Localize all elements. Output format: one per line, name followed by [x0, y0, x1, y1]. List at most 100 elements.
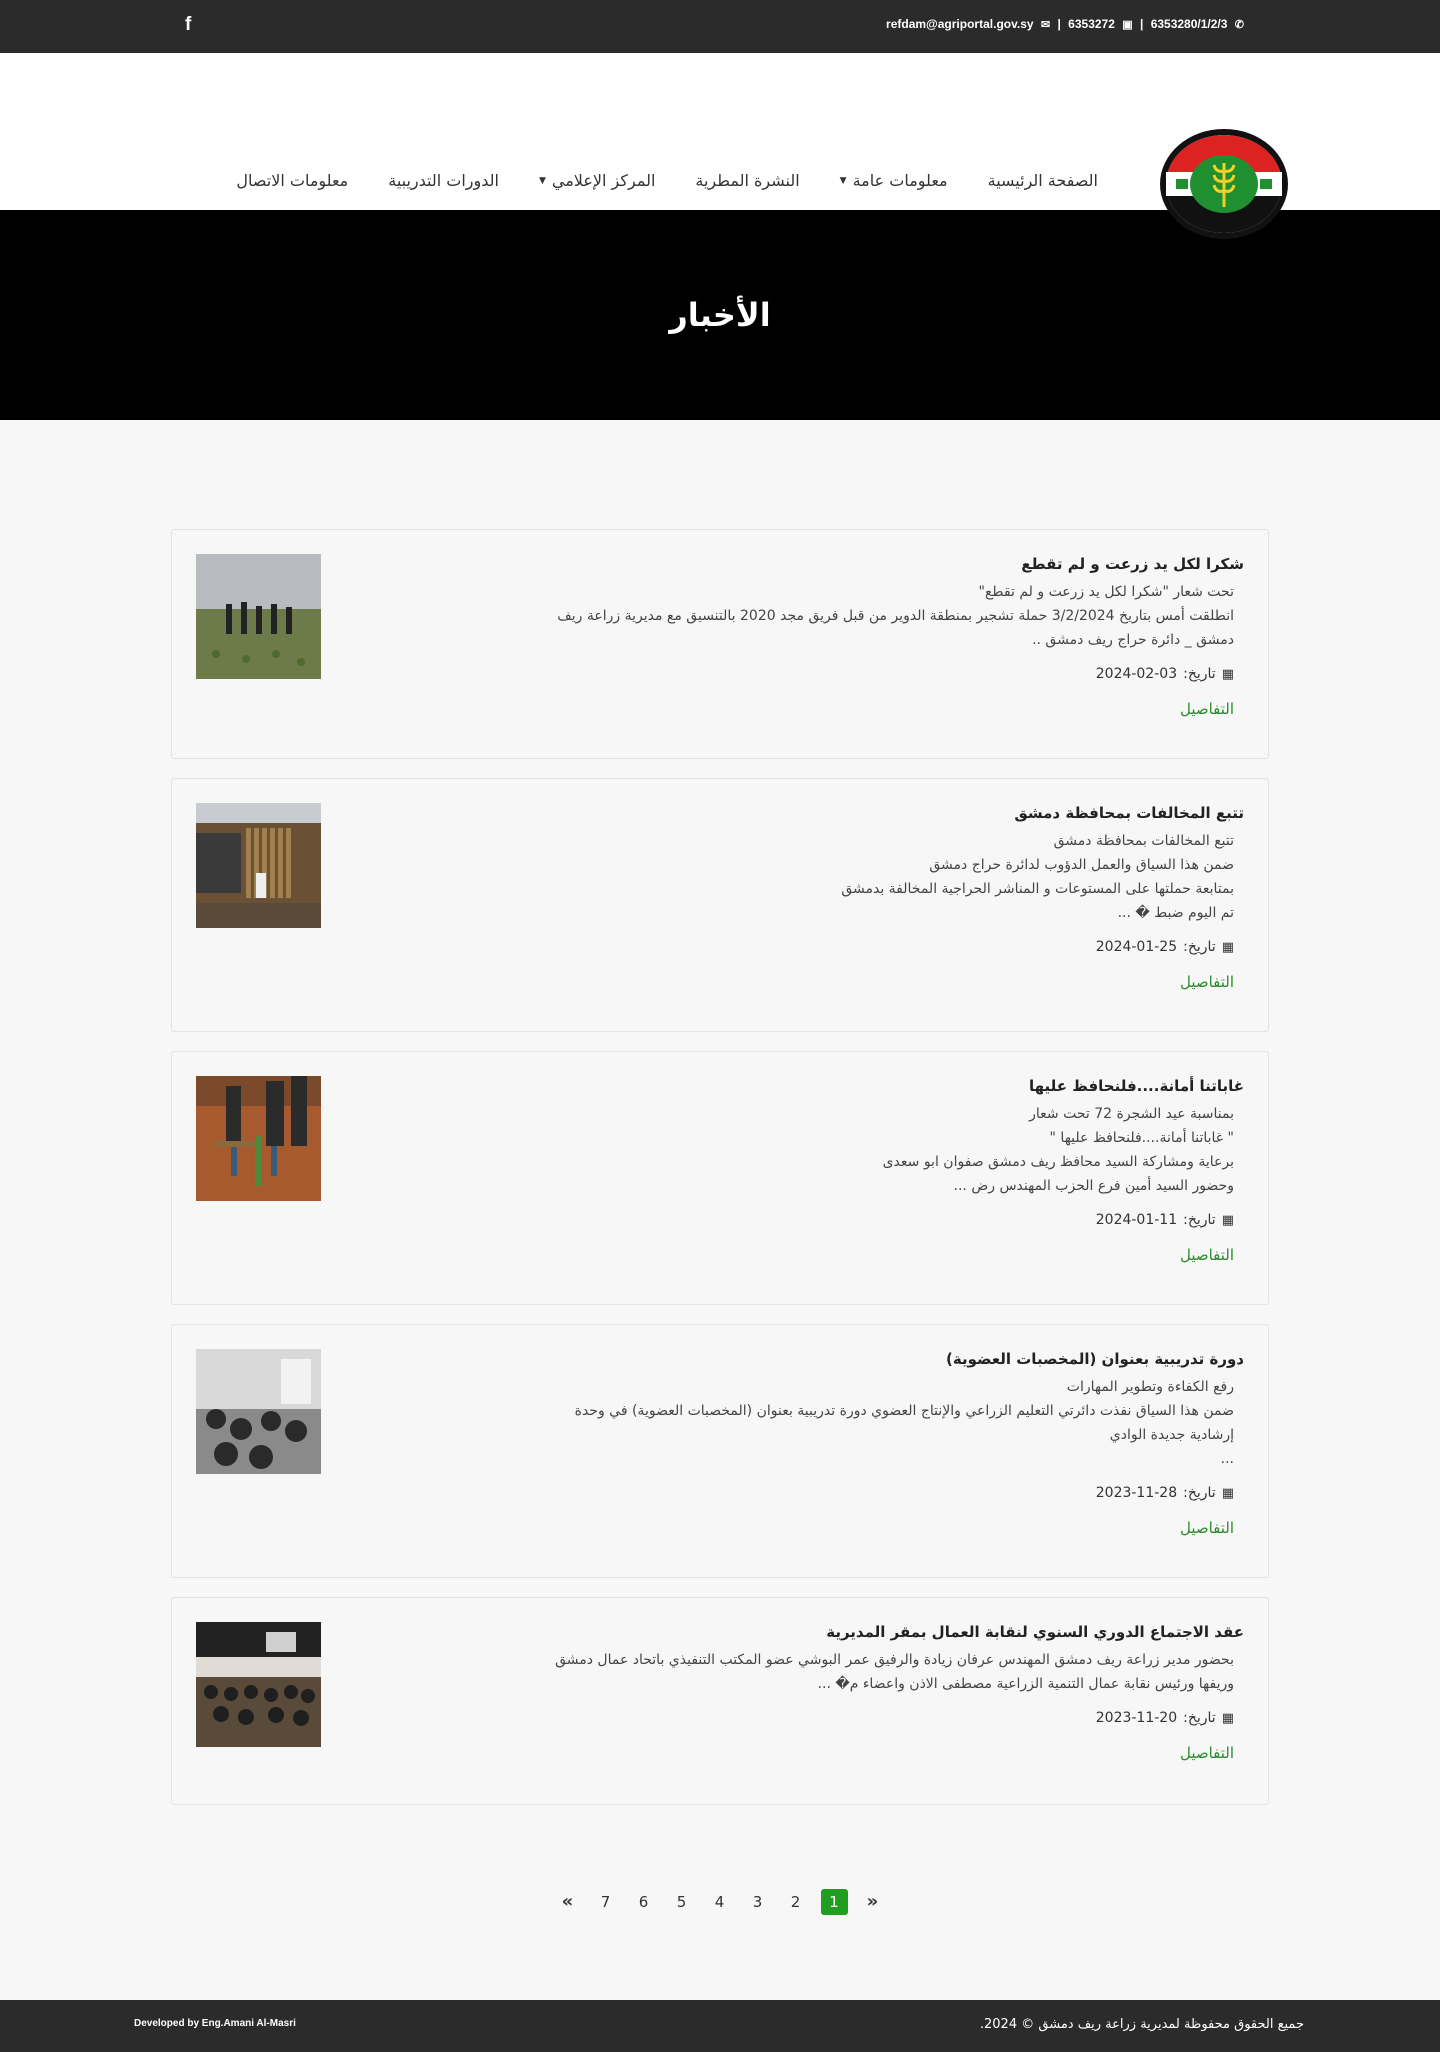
pagination-prev-icon[interactable]: «: [549, 1889, 587, 1915]
news-thumbnail[interactable]: [196, 1622, 321, 1747]
excerpt-line: " غاباتنا أمانة....فلنحافظ عليها ": [1049, 1130, 1234, 1146]
nav-item-1[interactable]: الصفحة الرئيسية: [988, 171, 1098, 190]
news-card: دورة تدريبية بعنوان (المخصبات العضوية) رف…: [171, 1324, 1269, 1578]
site-footer: Developed by Eng.Amani Al-Masri جميع الح…: [0, 2000, 1440, 2052]
details-link[interactable]: التفاصيل: [444, 700, 1234, 718]
news-title[interactable]: شكرا لكل يد زرعت و لم تقطع: [444, 552, 1244, 576]
news-content: عقد الاجتماع الدوري السنوي لنقابة العمال…: [444, 1620, 1244, 1762]
date-label: تاريخ:: [1183, 1212, 1216, 1228]
news-thumbnail[interactable]: [196, 1349, 321, 1474]
excerpt-line: بمتابعة حملتها على المستوعات و المناشر ا…: [841, 881, 1234, 897]
nav-item-label: معلومات عامة: [852, 171, 948, 190]
details-link[interactable]: التفاصيل: [444, 1519, 1234, 1537]
nav-item-3[interactable]: النشرة المطرية: [695, 171, 799, 190]
excerpt-line: ضمن هذا السياق نفذت دائرتي التعليم الزرا…: [574, 1403, 1234, 1419]
news-card: شكرا لكل يد زرعت و لم تقطع تحت شعار "شكرا…: [171, 529, 1269, 759]
excerpt-line: بحضور مدير زراعة ريف دمشق المهندس عرفان …: [555, 1652, 1234, 1668]
site-header: الصفحة الرئيسية معلومات عامة ▼ النشرة المطر…: [0, 53, 1440, 239]
nav-item-label: المركز الإعلامي: [551, 171, 656, 190]
date-label: تاريخ:: [1183, 1485, 1216, 1501]
date-label: تاريخ:: [1183, 939, 1216, 955]
pagination-page-3[interactable]: 3: [739, 1889, 777, 1915]
site-logo[interactable]: [1156, 127, 1292, 241]
date-value: 2024-01-11: [1095, 1212, 1178, 1228]
top-bar: f refdam@agriportal.gov.sy ✉ | 6353272 ▣…: [0, 0, 1440, 53]
copyright-text: جميع الحقوق محفوظة لمديرية زراعة ريف دمش…: [979, 2017, 1304, 2032]
details-link[interactable]: التفاصيل: [444, 973, 1234, 991]
details-link[interactable]: التفاصيل: [444, 1744, 1234, 1762]
news-thumbnail[interactable]: [196, 554, 321, 679]
pagination-page-1[interactable]: 1: [820, 1889, 848, 1915]
nav-item-label: الصفحة الرئيسية: [987, 171, 1098, 190]
excerpt-line: بمناسبة عيد الشجرة 72 تحت شعار: [1029, 1106, 1234, 1122]
excerpt-line: إرشادية جديدة الوادي: [1109, 1427, 1234, 1443]
pagination-page-7[interactable]: 7: [587, 1889, 625, 1915]
excerpt-line: تم اليوم ضبط � ...: [1117, 905, 1234, 921]
date-value: 2023-11-20: [1095, 1710, 1178, 1726]
pagination-next-icon[interactable]: »: [854, 1889, 892, 1915]
news-thumbnail[interactable]: [196, 803, 321, 928]
date-value: 2024-01-25: [1095, 939, 1178, 955]
envelope-icon: ✉: [1040, 19, 1051, 31]
details-link[interactable]: التفاصيل: [444, 1246, 1234, 1264]
fax-text: 6353272: [1068, 17, 1115, 31]
phone-text: 6353280/1/2/3: [1150, 17, 1228, 31]
calendar-icon: ▦: [1221, 666, 1234, 682]
excerpt-line: انطلقت أمس بتاريخ 3/2/2024 حملة تشجير بم…: [557, 608, 1234, 624]
news-excerpt: بمناسبة عيد الشجرة 72 تحت شعار " غاباتنا …: [444, 1102, 1234, 1198]
nav-item-2[interactable]: معلومات عامة ▼: [840, 171, 948, 190]
news-title[interactable]: تتبع المخالفات بمحافظة دمشق: [444, 801, 1244, 825]
main-nav: الصفحة الرئيسية معلومات عامة ▼ النشرة المطر…: [236, 171, 1098, 190]
pagination: «7 6 5 4 3 2 1»: [0, 1889, 1440, 1915]
caret-down-icon: ▼: [538, 175, 546, 186]
calendar-icon: ▦: [1221, 1212, 1234, 1228]
nav-item-5[interactable]: الدورات التدريبية: [388, 171, 499, 190]
pagination-page-6[interactable]: 6: [625, 1889, 663, 1915]
page-banner: الأخبار: [0, 210, 1440, 420]
news-content: شكرا لكل يد زرعت و لم تقطع تحت شعار "شكرا…: [444, 552, 1244, 718]
date-value: 2024-02-03: [1095, 666, 1178, 682]
developer-credit: Developed by Eng.Amani Al-Masri: [134, 2018, 296, 2029]
news-title[interactable]: غاباتنا أمانة....فلنحافظ عليها: [444, 1074, 1244, 1098]
phone-icon: ✆: [1234, 19, 1244, 31]
excerpt-line: تحت شعار "شكرا لكل يد زرعت و لم تقطع": [978, 584, 1234, 600]
page-title: الأخبار: [669, 296, 771, 334]
fax-icon: ▣: [1122, 19, 1133, 31]
nav-item-4[interactable]: المركز الإعلامي ▼: [539, 171, 655, 190]
news-list: «7 6 5 4 3 2 1» شكرا لكل يد زرعت و لم تقطع تحت …: [0, 420, 1440, 2002]
news-excerpt: بحضور مدير زراعة ريف دمشق المهندس عرفان …: [444, 1648, 1234, 1696]
excerpt-line: ...: [1220, 1451, 1234, 1467]
facebook-icon[interactable]: f: [185, 14, 191, 36]
news-title[interactable]: دورة تدريبية بعنوان (المخصبات العضوية): [444, 1347, 1244, 1371]
contact-info: refdam@agriportal.gov.sy ✉ | 6353272 ▣ |…: [886, 17, 1244, 31]
nav-item-label: النشرة المطرية: [695, 171, 800, 190]
pagination-page-5[interactable]: 5: [663, 1889, 701, 1915]
news-card: غاباتنا أمانة....فلنحافظ عليها بمناسبة عي…: [171, 1051, 1269, 1305]
email-text[interactable]: refdam@agriportal.gov.sy: [886, 17, 1034, 31]
news-thumbnail[interactable]: [196, 1076, 321, 1201]
excerpt-line: رفع الكفاءة وتطوير المهارات: [1066, 1379, 1234, 1395]
news-date: ▦ تاريخ: 2024-01-11: [444, 1212, 1234, 1228]
excerpt-line: برعاية ومشاركة السيد محافظ ريف دمشق صفوا…: [882, 1154, 1234, 1170]
news-title[interactable]: عقد الاجتماع الدوري السنوي لنقابة العمال…: [444, 1620, 1244, 1644]
excerpt-line: وريفها ورئيس نقابة عمال التنمية الزراعية…: [817, 1676, 1234, 1692]
date-value: 2023-11-28: [1095, 1485, 1178, 1501]
excerpt-line: دمشق _ دائرة حراج ريف دمشق ..: [1032, 632, 1234, 648]
news-card: عقد الاجتماع الدوري السنوي لنقابة العمال…: [171, 1597, 1269, 1805]
calendar-icon: ▦: [1221, 1710, 1234, 1726]
calendar-icon: ▦: [1221, 939, 1234, 955]
excerpt-line: ضمن هذا السياق والعمل الدؤوب لدائرة حراج…: [929, 857, 1234, 873]
news-card: تتبع المخالفات بمحافظة دمشق تتبع المخالفا…: [171, 778, 1269, 1032]
news-excerpt: رفع الكفاءة وتطوير المهارات ضمن هذا السيا…: [444, 1375, 1234, 1471]
excerpt-line: وحضور السيد أمين فرع الحزب المهندس رض ..…: [953, 1178, 1234, 1194]
news-content: تتبع المخالفات بمحافظة دمشق تتبع المخالفا…: [444, 801, 1244, 991]
date-label: تاريخ:: [1183, 666, 1216, 682]
news-date: ▦ تاريخ: 2023-11-20: [444, 1710, 1234, 1726]
news-date: ▦ تاريخ: 2023-11-28: [444, 1485, 1234, 1501]
pagination-page-4[interactable]: 4: [701, 1889, 739, 1915]
pagination-page-2[interactable]: 2: [777, 1889, 815, 1915]
date-label: تاريخ:: [1183, 1710, 1216, 1726]
nav-item-6[interactable]: معلومات الاتصال: [236, 171, 348, 190]
nav-item-label: الدورات التدريبية: [388, 171, 499, 190]
news-content: دورة تدريبية بعنوان (المخصبات العضوية) رف…: [444, 1347, 1244, 1537]
